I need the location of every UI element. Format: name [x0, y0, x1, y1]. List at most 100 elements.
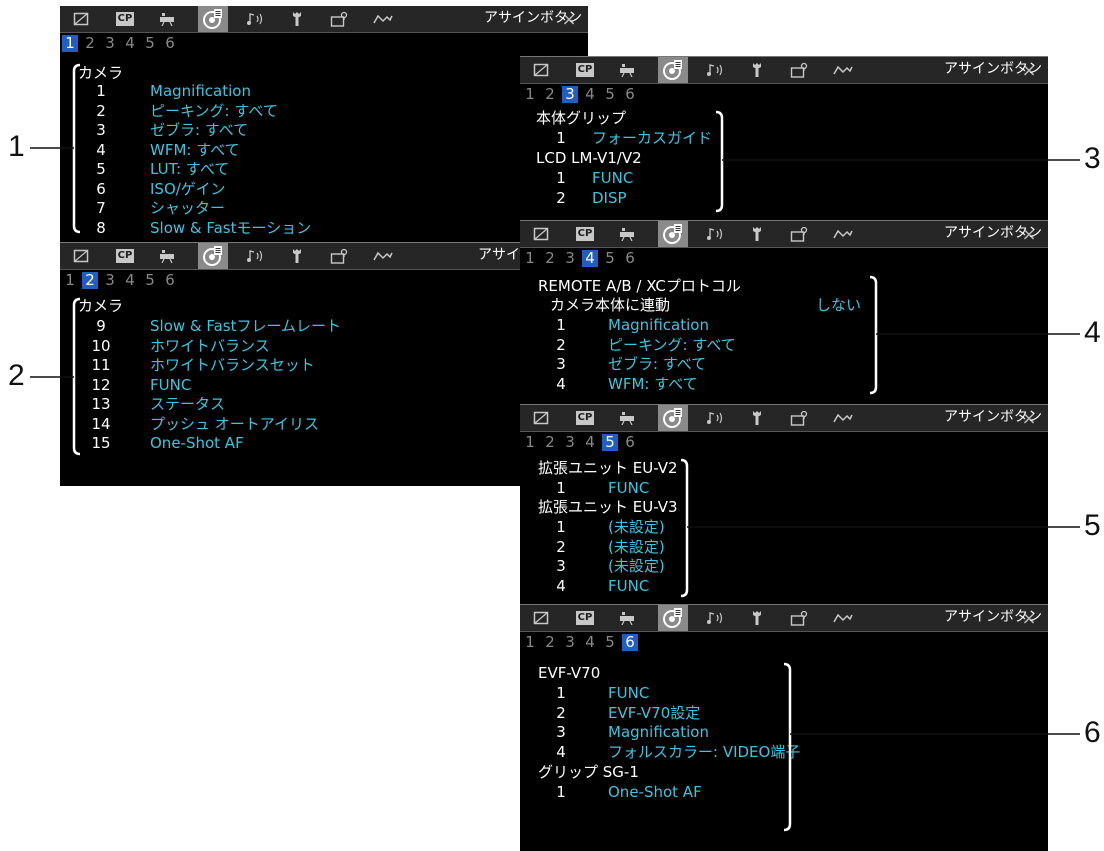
page-number-4[interactable]: 4 — [122, 272, 138, 289]
assign-button-row[interactable]: 10 ホワイトバランス — [60, 337, 520, 356]
page-number-4[interactable]: 4 — [122, 35, 138, 52]
assign-button-row[interactable]: 2 ピーキング: すべて — [520, 336, 1048, 355]
signal-wave-icon[interactable] — [828, 57, 858, 83]
page-number-6[interactable]: 6 — [162, 35, 178, 52]
wrench-icon[interactable] — [282, 243, 312, 269]
page-number-5[interactable]: 5 — [602, 434, 618, 451]
wrench-icon[interactable] — [742, 605, 772, 631]
assign-button-row[interactable]: 1 FUNC — [520, 479, 1048, 498]
assign-button-row[interactable]: 14 プッシュ オートアイリス — [60, 415, 520, 434]
page-number-2[interactable]: 2 — [82, 272, 98, 289]
assign-button-row[interactable]: 7 シャッター — [60, 199, 588, 218]
page-number-4[interactable]: 4 — [582, 434, 598, 451]
recording-media-icon[interactable] — [324, 243, 354, 269]
page-number-6[interactable]: 6 — [622, 634, 638, 651]
assign-button-row[interactable]: 1 FUNC — [520, 169, 1048, 188]
page-number-1[interactable]: 1 — [522, 634, 538, 651]
assign-button-row[interactable]: 15 One-Shot AF — [60, 434, 520, 453]
page-number-1[interactable]: 1 — [522, 434, 538, 451]
page-number-6[interactable]: 6 — [622, 434, 638, 451]
page-number-2[interactable]: 2 — [542, 434, 558, 451]
page-number-6[interactable]: 6 — [622, 86, 638, 103]
page-number-6[interactable]: 6 — [622, 250, 638, 267]
assign-button-row[interactable]: 1 Magnification — [520, 316, 1048, 335]
assign-button-row[interactable]: 4 FUNC — [520, 577, 1048, 596]
assign-button-row[interactable]: 1 (未設定) — [520, 518, 1048, 537]
assign-button-row[interactable]: 5 LUT: すべて — [60, 160, 588, 179]
assign-button-row[interactable]: 6 ISO/ゲイン — [60, 180, 588, 199]
assign-button-row[interactable]: 13 ステータス — [60, 395, 520, 414]
audio-icon[interactable] — [240, 6, 270, 32]
cp-icon[interactable]: CP — [570, 221, 600, 247]
page-number-2[interactable]: 2 — [82, 35, 98, 52]
cp-icon[interactable]: CP — [570, 605, 600, 631]
signal-wave-icon[interactable] — [828, 605, 858, 631]
page-number-1[interactable]: 1 — [62, 35, 78, 52]
page-number-4[interactable]: 4 — [582, 634, 598, 651]
page-number-6[interactable]: 6 — [162, 272, 178, 289]
signal-wave-icon[interactable] — [368, 243, 398, 269]
audio-icon[interactable] — [700, 221, 730, 247]
page-number-1[interactable]: 1 — [522, 86, 538, 103]
cp-icon[interactable]: CP — [110, 243, 140, 269]
audio-icon[interactable] — [700, 605, 730, 631]
assign-button-row[interactable]: 4 フォルスカラー: VIDEO端子 — [520, 743, 1048, 762]
signal-wave-icon[interactable] — [828, 405, 858, 431]
page-number-1[interactable]: 1 — [62, 272, 78, 289]
wrench-icon[interactable] — [742, 57, 772, 83]
recording-media-icon[interactable] — [784, 221, 814, 247]
audio-icon[interactable] — [240, 243, 270, 269]
assign-button-icon[interactable] — [658, 57, 688, 83]
assign-button-icon[interactable] — [198, 243, 228, 269]
page-number-1[interactable]: 1 — [522, 250, 538, 267]
assign-button-row[interactable]: 2 DISP — [520, 189, 1048, 208]
assign-button-row[interactable]: 1 One-Shot AF — [520, 783, 1048, 802]
audio-icon[interactable] — [700, 405, 730, 431]
assign-button-row[interactable]: 3 ゼブラ: すべて — [520, 355, 1048, 374]
page-number-4[interactable]: 4 — [582, 250, 598, 267]
page-number-3[interactable]: 3 — [562, 634, 578, 651]
photo-frame-icon[interactable] — [66, 6, 96, 32]
photo-frame-icon[interactable] — [66, 243, 96, 269]
cp-icon[interactable]: CP — [110, 6, 140, 32]
page-number-4[interactable]: 4 — [582, 86, 598, 103]
page-number-2[interactable]: 2 — [542, 634, 558, 651]
page-number-2[interactable]: 2 — [542, 250, 558, 267]
photo-frame-icon[interactable] — [526, 57, 556, 83]
recording-media-icon[interactable] — [784, 605, 814, 631]
assign-button-row[interactable]: 12 FUNC — [60, 376, 520, 395]
page-number-3[interactable]: 3 — [102, 35, 118, 52]
assign-button-row[interactable]: 8 Slow & Fastモーション — [60, 219, 588, 238]
assign-button-row[interactable]: 1 Magnification — [60, 82, 588, 101]
assign-button-row[interactable]: 3 ゼブラ: すべて — [60, 121, 588, 140]
cp-icon[interactable]: CP — [570, 57, 600, 83]
wrench-icon[interactable] — [282, 6, 312, 32]
page-number-2[interactable]: 2 — [542, 86, 558, 103]
assign-button-icon[interactable] — [198, 6, 228, 32]
camera-icon[interactable] — [612, 605, 642, 631]
camera-icon[interactable] — [612, 57, 642, 83]
assign-button-icon[interactable] — [658, 405, 688, 431]
assign-button-row[interactable]: 4 WFM: すべて — [520, 375, 1048, 394]
assign-button-row[interactable]: 4 WFM: すべて — [60, 141, 588, 160]
page-number-5[interactable]: 5 — [602, 86, 618, 103]
page-number-5[interactable]: 5 — [142, 272, 158, 289]
recording-media-icon[interactable] — [324, 6, 354, 32]
wrench-icon[interactable] — [742, 221, 772, 247]
assign-button-row[interactable]: 2 ピーキング: すべて — [60, 102, 588, 121]
assign-button-icon[interactable] — [658, 605, 688, 631]
page-number-5[interactable]: 5 — [142, 35, 158, 52]
photo-frame-icon[interactable] — [526, 221, 556, 247]
audio-icon[interactable] — [700, 57, 730, 83]
assign-button-row[interactable]: 1 フォーカスガイド — [520, 129, 1048, 148]
page-number-3[interactable]: 3 — [562, 434, 578, 451]
camera-icon[interactable] — [612, 405, 642, 431]
link-setting-value[interactable]: しない — [816, 296, 861, 315]
cp-icon[interactable]: CP — [570, 405, 600, 431]
signal-wave-icon[interactable] — [368, 6, 398, 32]
assign-button-row[interactable]: 9 Slow & Fastフレームレート — [60, 317, 520, 336]
assign-button-row[interactable]: 1 FUNC — [520, 684, 1048, 703]
assign-button-row[interactable]: 3 Magnification — [520, 723, 1048, 742]
page-number-3[interactable]: 3 — [562, 250, 578, 267]
page-number-3[interactable]: 3 — [102, 272, 118, 289]
